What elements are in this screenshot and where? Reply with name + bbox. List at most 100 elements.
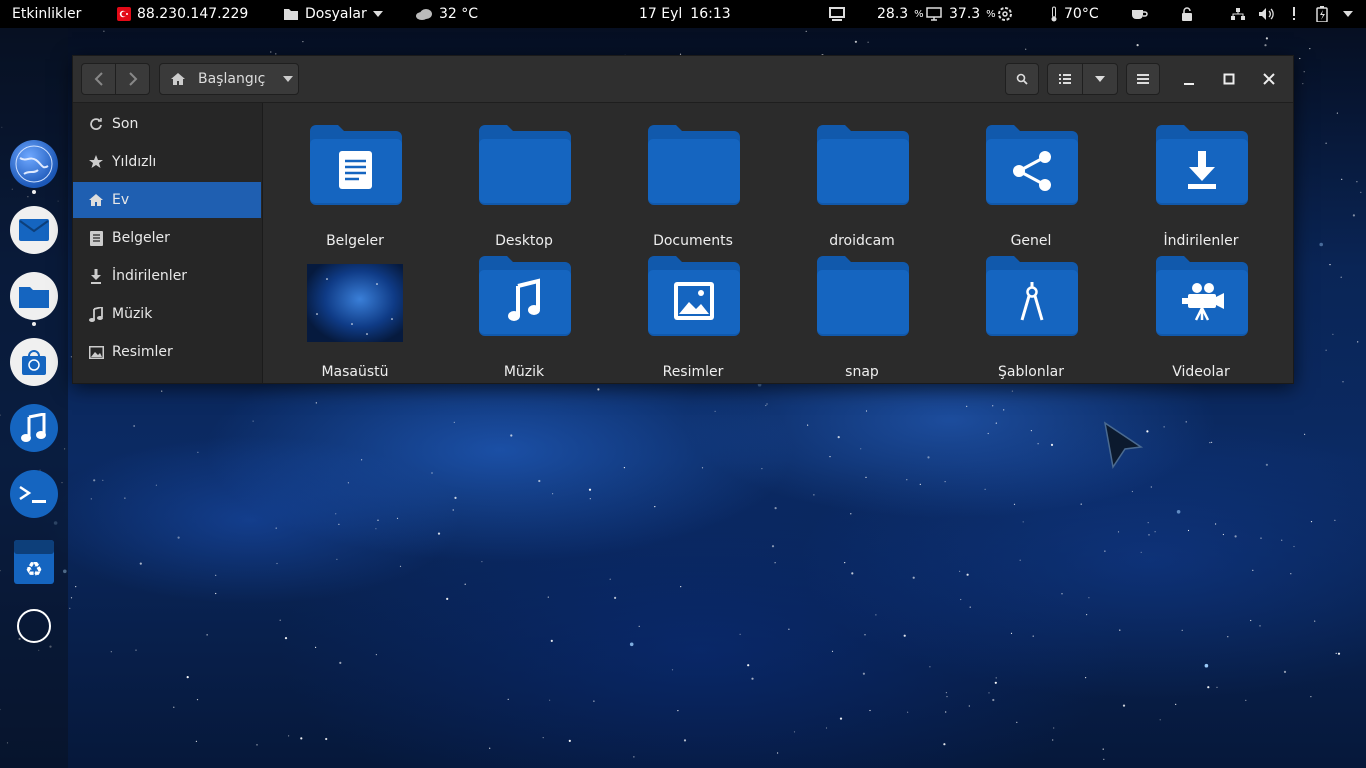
folder-label: Genel <box>1010 233 1052 249</box>
folder-label: İndirilenler <box>1163 233 1239 249</box>
sidebar-item-downloads[interactable]: İndirilenler <box>73 258 261 294</box>
files-icon[interactable] <box>10 272 58 320</box>
folder-icon <box>648 125 740 205</box>
folder-item-indirilenler[interactable]: İndirilenler <box>1131 123 1271 249</box>
software-store-icon[interactable] <box>10 338 58 386</box>
volume-icon[interactable] <box>1258 0 1276 28</box>
folder-download-icon <box>1156 125 1248 205</box>
folder-item-documents[interactable]: Documents <box>623 123 763 249</box>
sidebar-item-label: Son <box>112 116 139 132</box>
memory-indicator[interactable]: 37.3% <box>949 0 996 28</box>
folder-label: Masaüstü <box>321 364 389 380</box>
file-grid: Belgeler Desktop Documents droidcam Gene… <box>263 103 1293 383</box>
sidebar-item-label: Resimler <box>112 344 173 360</box>
sidebar-item-recent[interactable]: Son <box>73 106 261 142</box>
document-icon <box>88 230 104 246</box>
sidebar-item-pictures[interactable]: Resimler <box>73 334 261 370</box>
dock: ♻ <box>0 28 68 768</box>
top-bar: Etkinlikler 88.230.147.229 Dosyalar 32 °… <box>0 0 1366 28</box>
music-note-icon <box>88 306 104 322</box>
lock-icon[interactable] <box>1181 0 1193 28</box>
activities-label: Etkinlikler <box>12 6 82 22</box>
folder-item-resimler[interactable]: Resimler <box>623 254 763 380</box>
cpu-value: 28.3 <box>877 6 909 22</box>
sidebar-item-starred[interactable]: Yıldızlı <box>73 144 261 180</box>
monitor-icon <box>926 0 942 28</box>
thermometer-icon <box>1050 6 1058 22</box>
screen-icon[interactable] <box>829 0 845 28</box>
power-menu-icon[interactable] <box>1343 0 1353 28</box>
sidebar-item-home[interactable]: Ev <box>73 182 261 218</box>
back-button[interactable] <box>81 63 116 95</box>
trash-icon[interactable]: ♻ <box>10 536 58 584</box>
clock[interactable]: 17 Eyl 16:13 <box>639 0 731 28</box>
gear-icon[interactable] <box>997 0 1013 28</box>
folder-templates-icon <box>986 256 1078 336</box>
weather-label: 32 °C <box>439 6 479 22</box>
temperature-indicator[interactable]: 70°C <box>1050 0 1099 28</box>
folder-item-belgeler[interactable]: Belgeler <box>285 123 425 249</box>
view-options-button[interactable] <box>1082 63 1118 95</box>
list-icon <box>1059 74 1071 84</box>
search-button[interactable] <box>1005 63 1039 95</box>
sidebar-item-label: Belgeler <box>112 230 170 246</box>
maximize-button[interactable] <box>1217 67 1241 91</box>
location-button[interactable]: Başlangıç <box>159 63 299 95</box>
network-icon[interactable] <box>1230 0 1246 28</box>
activities-button[interactable]: Etkinlikler <box>12 0 81 28</box>
header-bar: Başlangıç <box>73 56 1293 103</box>
terminal-icon[interactable] <box>10 470 58 518</box>
temp-label: 70°C <box>1064 6 1099 22</box>
menu-button[interactable] <box>1126 63 1160 95</box>
folder-item-droidcam[interactable]: droidcam <box>792 123 932 249</box>
battery-icon[interactable] <box>1316 0 1328 28</box>
star-icon <box>88 154 104 170</box>
list-view-button[interactable] <box>1047 63 1083 95</box>
folder-item-snap[interactable]: snap <box>792 254 932 380</box>
folder-item-videolar[interactable]: Videolar <box>1131 254 1271 380</box>
date-label: 17 Eyl <box>639 6 683 22</box>
cpu-indicator[interactable]: 28.3% <box>877 0 924 28</box>
files-window: Başlangıç Son Yıldızlı Ev Belgeler İndir… <box>72 55 1294 384</box>
notification-icon[interactable] <box>1292 0 1296 28</box>
folder-label: snap <box>845 364 879 380</box>
folder-item-desktop[interactable]: Desktop <box>454 123 594 249</box>
minimize-button[interactable] <box>1177 67 1201 91</box>
sidebar-item-documents[interactable]: Belgeler <box>73 220 261 256</box>
image-icon <box>88 344 104 360</box>
forward-button[interactable] <box>115 63 150 95</box>
music-icon[interactable] <box>10 404 58 452</box>
home-icon <box>171 73 185 85</box>
chevron-right-icon <box>128 72 137 86</box>
folder-label: Videolar <box>1172 364 1230 380</box>
hamburger-icon <box>1137 74 1149 84</box>
folder-icon <box>283 7 299 21</box>
flag-icon <box>117 7 131 21</box>
sidebar-item-label: Müzik <box>112 306 153 322</box>
folder-item-muzik[interactable]: Müzik <box>454 254 594 380</box>
folder-share-icon <box>986 125 1078 205</box>
browser-icon[interactable] <box>10 140 58 188</box>
folder-item-masaustu[interactable]: Masaüstü <box>285 254 425 380</box>
running-indicator <box>32 322 36 326</box>
folder-pictures-icon <box>648 256 740 336</box>
close-button[interactable] <box>1257 67 1281 91</box>
folder-label: Desktop <box>495 233 553 249</box>
mail-icon[interactable] <box>10 206 58 254</box>
folder-videos-icon <box>1156 256 1248 336</box>
sidebar-item-music[interactable]: Müzik <box>73 296 261 332</box>
folder-item-genel[interactable]: Genel <box>961 123 1101 249</box>
folder-label: Resimler <box>662 364 724 380</box>
show-apps-icon[interactable] <box>10 602 58 650</box>
folder-item-sablonlar[interactable]: Şablonlar <box>961 254 1101 380</box>
ip-indicator[interactable]: 88.230.147.229 <box>117 0 248 28</box>
ip-label: 88.230.147.229 <box>137 6 249 22</box>
chevron-down-icon <box>372 11 383 17</box>
location-label: Başlangıç <box>198 71 266 87</box>
app-menu[interactable]: Dosyalar <box>283 0 383 28</box>
weather-indicator[interactable]: 32 °C <box>415 0 478 28</box>
folder-music-icon <box>479 256 571 336</box>
recent-icon <box>88 116 104 132</box>
time-label: 16:13 <box>690 6 731 22</box>
coffee-icon[interactable] <box>1130 0 1148 28</box>
